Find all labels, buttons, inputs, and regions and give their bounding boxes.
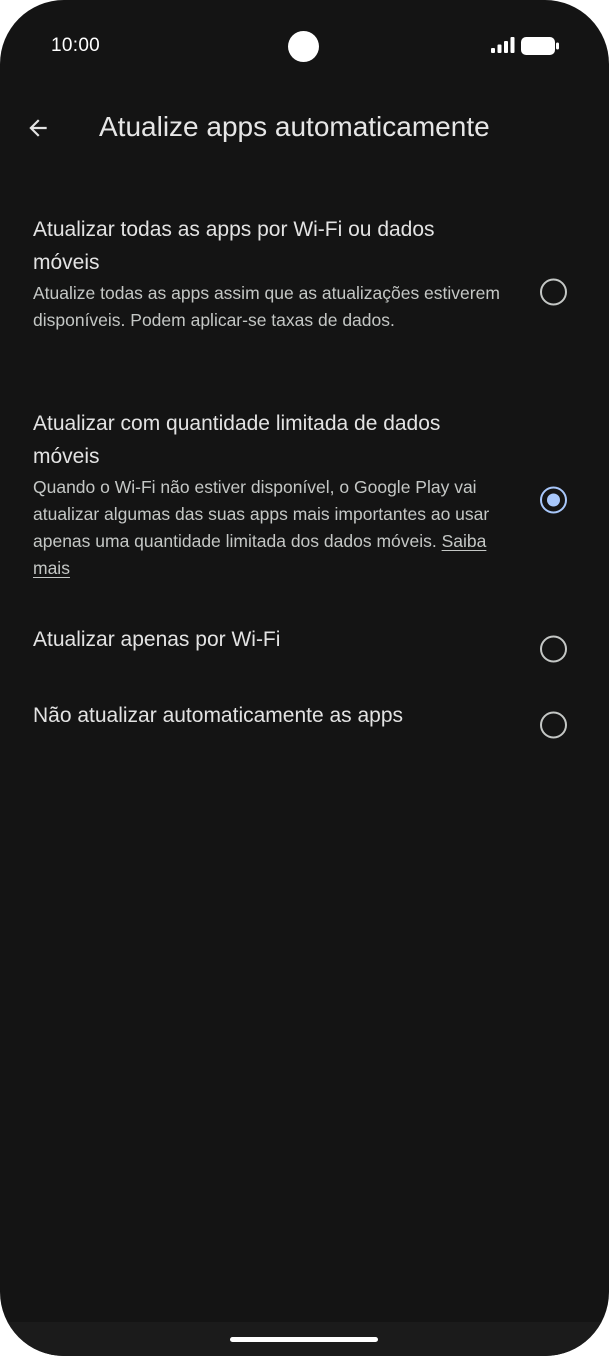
navigation-bar — [0, 1322, 609, 1356]
home-indicator[interactable] — [230, 1337, 378, 1342]
back-button[interactable] — [18, 108, 58, 148]
radio-button-selected[interactable] — [540, 486, 567, 514]
signal-icon — [491, 37, 515, 53]
option-title: Atualizar com quantidade limitada de dad… — [33, 412, 441, 468]
option-all-apps-wifi-or-mobile[interactable]: Atualizar todas as apps por Wi-Fi ou dad… — [0, 195, 609, 389]
option-description-text: Quando o Wi-Fi não estiver disponível, o… — [33, 477, 490, 551]
update-options-list: Atualizar todas as apps por Wi-Fi ou dad… — [0, 195, 609, 763]
status-bar: 10:00 — [0, 0, 609, 92]
radio-button[interactable] — [540, 635, 567, 663]
option-wifi-only[interactable]: Atualizar apenas por Wi-Fi — [0, 611, 609, 687]
option-limited-mobile-data[interactable]: Atualizar com quantidade limitada de dad… — [0, 389, 609, 611]
camera-cutout — [288, 31, 319, 62]
phone-screen: 10:00 Atualize apps automaticamente Atua… — [0, 0, 609, 1356]
battery-icon — [521, 37, 559, 55]
option-description: Quando o Wi-Fi não estiver disponível, o… — [33, 474, 501, 582]
option-description: Atualize todas as apps assim que as atua… — [33, 283, 500, 330]
radio-button[interactable] — [540, 711, 567, 739]
option-title: Não atualizar automaticamente as apps — [33, 704, 404, 727]
arrow-back-icon — [29, 119, 47, 137]
page-title: Atualize apps automaticamente — [99, 111, 490, 142]
option-no-auto-update[interactable]: Não atualizar automaticamente as apps — [0, 687, 609, 763]
option-title: Atualizar todas as apps por Wi-Fi ou dad… — [33, 218, 435, 274]
option-title: Atualizar apenas por Wi-Fi — [33, 628, 281, 651]
top-app-bar: Atualize apps automaticamente — [0, 92, 609, 168]
radio-button[interactable] — [540, 278, 567, 306]
status-time: 10:00 — [51, 35, 101, 56]
